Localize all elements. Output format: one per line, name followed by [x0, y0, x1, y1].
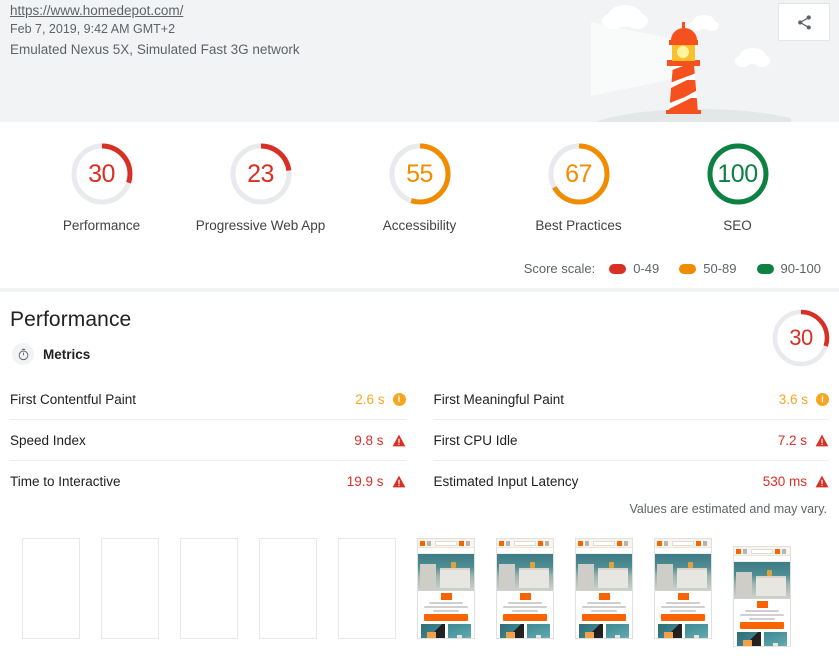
filmstrip-frame: [654, 538, 712, 639]
filmstrip-frame: [259, 538, 317, 639]
metric-row[interactable]: Time to Interactive 19.9 s: [10, 461, 406, 502]
gauge-ring: 67: [545, 140, 613, 208]
gauge-ring: 100: [704, 140, 772, 208]
metric-name: Estimated Input Latency: [434, 474, 579, 489]
score-scale-item-average: 50-89: [679, 261, 736, 276]
gauge-label: Progressive Web App: [196, 218, 326, 233]
metric-result: 530 ms: [763, 474, 829, 489]
filmstrip-frame: [417, 538, 475, 639]
metric-result: 2.6 s i: [355, 392, 405, 407]
metric-name: Speed Index: [10, 433, 86, 448]
legend-swatch-average: [679, 264, 696, 274]
report-header: https://www.homedepot.com/ Feb 7, 2019, …: [0, 0, 839, 122]
score-scale-legend: Score scale: 0-49 50-89 90-100: [524, 261, 821, 276]
metric-result: 7.2 s: [778, 433, 829, 448]
gauge-ring: 23: [227, 140, 295, 208]
gauge-ring: 30: [68, 140, 136, 208]
filmstrip-frame: [22, 538, 80, 639]
estimate-note: Values are estimated and may vary.: [629, 502, 827, 516]
gauge-label: Best Practices: [535, 218, 621, 233]
metrics-column-right: First Meaningful Paint 3.6 s i First CPU…: [420, 379, 839, 502]
page-screenshot: [576, 539, 632, 638]
filmstrip-frame: [180, 538, 238, 639]
header-meta: https://www.homedepot.com/ Feb 7, 2019, …: [10, 2, 300, 59]
score-scale-item-fail: 0-49: [609, 261, 659, 276]
performance-section: Performance Metrics 30 First Contentful …: [0, 292, 839, 672]
metric-result: 9.8 s: [354, 433, 405, 448]
lighthouse-illustration: [591, 0, 791, 122]
share-button[interactable]: [778, 3, 830, 41]
filmstrip-frame: [733, 546, 791, 647]
metrics-grid: First Contentful Paint 2.6 s i Speed Ind…: [0, 365, 839, 502]
gauge-ring: 55: [386, 140, 454, 208]
stopwatch-icon: [12, 343, 34, 365]
metric-value: 3.6 s: [779, 392, 808, 407]
metric-row[interactable]: First Contentful Paint 2.6 s i: [10, 379, 406, 420]
filmstrip-frame: [496, 538, 554, 639]
warning-triangle-icon: [392, 434, 406, 447]
filmstrip-frame: [338, 538, 396, 639]
gauge-label: SEO: [723, 218, 752, 233]
metric-row[interactable]: Speed Index 9.8 s: [10, 420, 406, 461]
gauge-value: 55: [386, 140, 454, 208]
gauge-label: Accessibility: [383, 218, 457, 233]
warning-triangle-icon: [392, 475, 406, 488]
metric-result: 3.6 s i: [779, 392, 829, 407]
info-circle-icon: i: [816, 393, 829, 406]
metric-name: First Meaningful Paint: [434, 392, 565, 407]
legend-swatch-fail: [609, 264, 626, 274]
gauge-label: Performance: [63, 218, 140, 233]
score-scale-label: Score scale:: [524, 261, 596, 276]
audit-environment: Emulated Nexus 5X, Simulated Fast 3G net…: [10, 41, 300, 59]
legend-range-pass: 90-100: [781, 261, 821, 276]
warning-triangle-icon: [815, 434, 829, 447]
info-circle-icon: i: [393, 393, 406, 406]
page-screenshot: [734, 547, 790, 646]
scores-card: 30 Performance 23 Progressive Web App 55: [0, 122, 839, 288]
warning-triangle-icon: [815, 475, 829, 488]
metric-name: First Contentful Paint: [10, 392, 136, 407]
legend-range-fail: 0-49: [633, 261, 659, 276]
gauge-value: 23: [227, 140, 295, 208]
metrics-heading: Metrics: [43, 347, 90, 362]
filmstrip-frame: [101, 538, 159, 639]
metric-value: 9.8 s: [354, 433, 383, 448]
score-gauge-best-practices[interactable]: 67 Best Practices: [504, 140, 654, 233]
gauge-value: 100: [704, 140, 772, 208]
page-screenshot: [418, 539, 474, 638]
score-gauges: 30 Performance 23 Progressive Web App 55: [0, 122, 839, 233]
gauge-value: 67: [545, 140, 613, 208]
score-scale-item-pass: 90-100: [757, 261, 821, 276]
audited-url-link[interactable]: https://www.homedepot.com/: [10, 2, 300, 20]
metric-row[interactable]: Estimated Input Latency 530 ms: [434, 461, 830, 502]
filmstrip: [0, 520, 839, 647]
score-gauge-pwa[interactable]: 23 Progressive Web App: [186, 140, 336, 233]
metrics-column-left: First Contentful Paint 2.6 s i Speed Ind…: [0, 379, 420, 502]
metric-value: 2.6 s: [355, 392, 384, 407]
page-screenshot: [655, 539, 711, 638]
metric-name: First CPU Idle: [434, 433, 518, 448]
metric-value: 7.2 s: [778, 433, 807, 448]
score-gauge-performance[interactable]: 30 Performance: [27, 140, 177, 233]
legend-range-average: 50-89: [703, 261, 736, 276]
legend-swatch-pass: [757, 264, 774, 274]
score-gauge-accessibility[interactable]: 55 Accessibility: [345, 140, 495, 233]
page-title: Performance: [0, 292, 839, 332]
share-icon: [796, 14, 813, 31]
metric-value: 530 ms: [763, 474, 807, 489]
metric-value: 19.9 s: [347, 474, 384, 489]
metric-row[interactable]: First CPU Idle 7.2 s: [434, 420, 830, 461]
metric-name: Time to Interactive: [10, 474, 121, 489]
audit-timestamp: Feb 7, 2019, 9:42 AM GMT+2: [10, 21, 300, 38]
metrics-header: Metrics: [0, 332, 839, 365]
filmstrip-frame: [575, 538, 633, 639]
score-gauge-seo[interactable]: 100 SEO: [663, 140, 813, 233]
gauge-value: 30: [68, 140, 136, 208]
page-screenshot: [497, 539, 553, 638]
metric-result: 19.9 s: [347, 474, 406, 489]
metric-row[interactable]: First Meaningful Paint 3.6 s i: [434, 379, 830, 420]
performance-score-gauge[interactable]: 30: [767, 304, 835, 372]
gauge-value: 30: [767, 304, 835, 372]
